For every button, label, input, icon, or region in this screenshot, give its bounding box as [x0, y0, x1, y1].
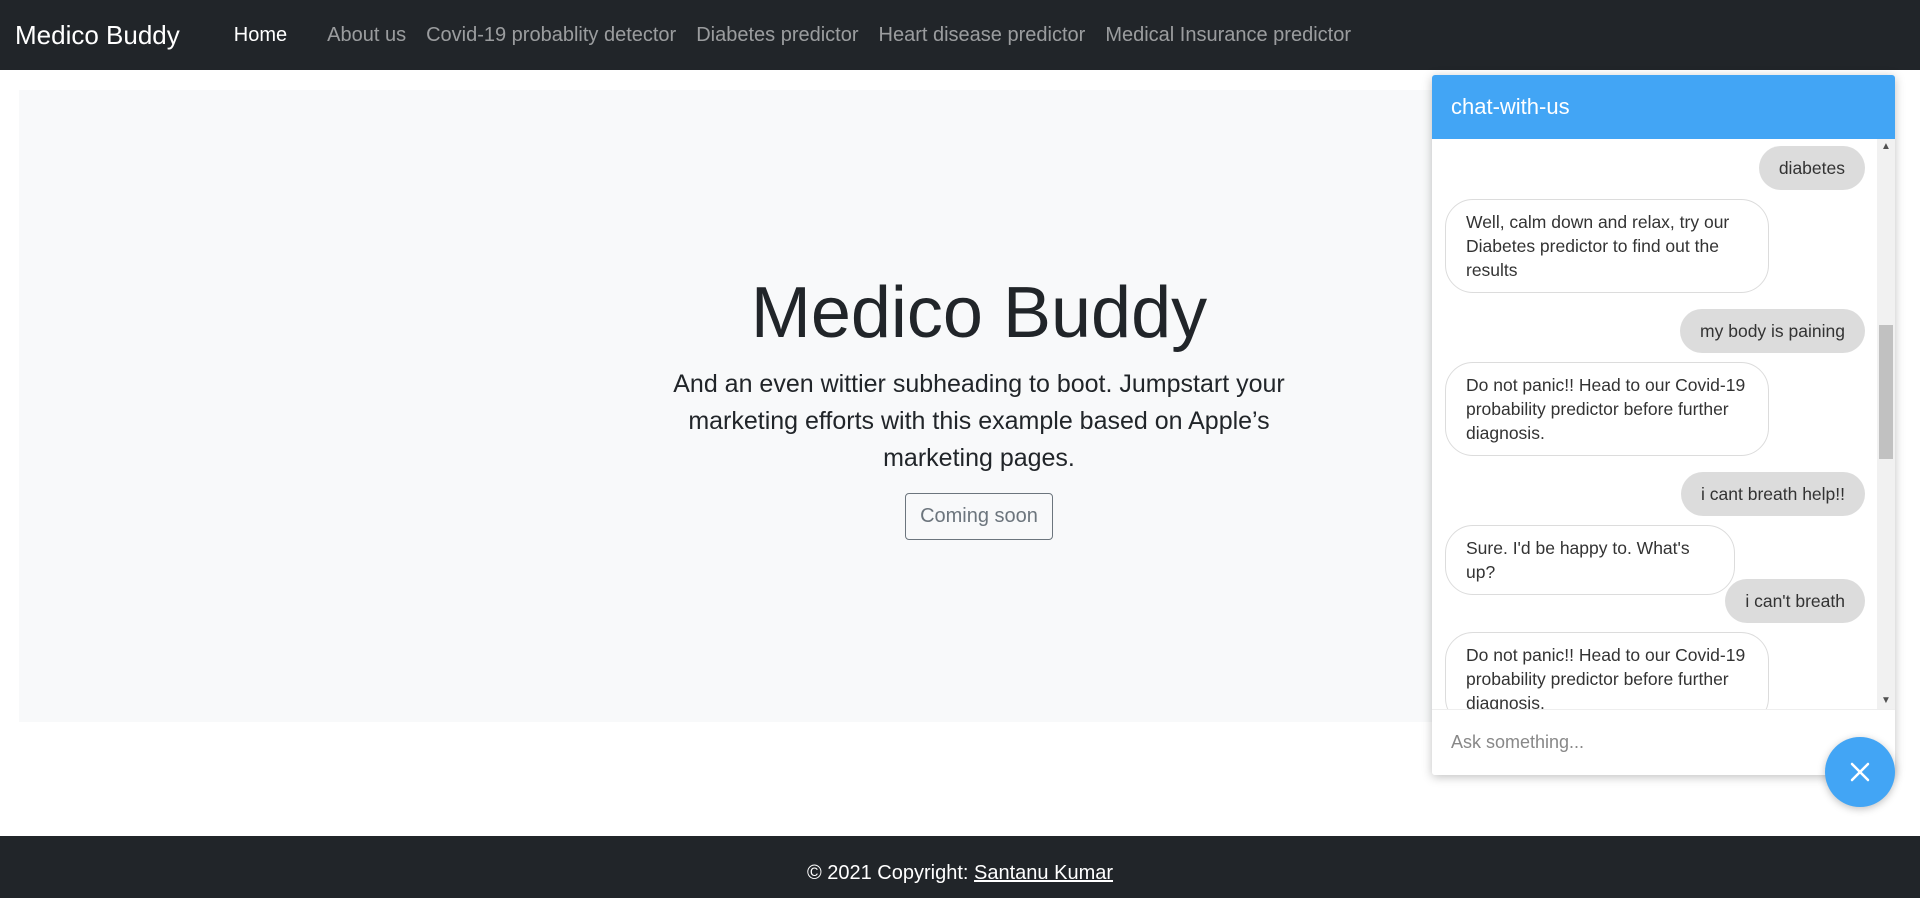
hero-subtitle: And an even wittier subheading to boot. …	[673, 370, 1285, 473]
chat-message-bot: Do not panic!! Head to our Covid-19 prob…	[1445, 632, 1769, 709]
copyright-text: © 2021 Copyright:	[806, 862, 975, 884]
chat-header: chat-with-us	[1432, 75, 1895, 139]
coming-soon-button[interactable]: Coming soon	[905, 493, 1053, 541]
chat-message-bot: Do not panic!! Head to our Covid-19 prob…	[1445, 362, 1769, 456]
navbar: Medico Buddy Home About us Covid-19 prob…	[0, 0, 1920, 70]
chat-widget: chat-with-us diabetes Well, calm down an…	[1432, 75, 1895, 775]
hero-text: Medico Buddy And an even wittier subhead…	[659, 270, 1299, 541]
brand-logo[interactable]: Medico Buddy	[15, 20, 180, 51]
scroll-down-arrow-icon[interactable]: ▼	[1877, 693, 1895, 709]
hero-section: Medico Buddy And an even wittier subhead…	[19, 90, 1439, 722]
nav-about[interactable]: About us	[317, 24, 416, 47]
nav-home[interactable]: Home	[224, 24, 317, 47]
nav-covid[interactable]: Covid-19 probablity detector	[416, 24, 686, 47]
hero-title: Medico Buddy	[750, 273, 1208, 353]
close-icon	[1850, 762, 1870, 782]
chat-messages[interactable]: diabetes Well, calm down and relax, try …	[1432, 139, 1895, 709]
scroll-thumb[interactable]	[1879, 325, 1893, 459]
chat-message-user: i cant breath help!!	[1681, 472, 1865, 516]
chat-message-user: diabetes	[1758, 146, 1865, 190]
footer: © 2021 Copyright: Santanu Kumar	[0, 836, 1920, 898]
nav-links: Home About us Covid-19 probablity detect…	[224, 24, 1361, 47]
nav-diabetes[interactable]: Diabetes predictor	[686, 24, 868, 47]
chat-scrollbar[interactable]: ▲ ▼	[1877, 139, 1895, 709]
nav-heart[interactable]: Heart disease predictor	[869, 24, 1096, 47]
chat-message-bot: Well, calm down and relax, try our Diabe…	[1445, 199, 1769, 293]
chat-message-bot: Sure. I'd be happy to. What's up?	[1445, 525, 1735, 595]
nav-insurance[interactable]: Medical Insurance predictor	[1095, 24, 1361, 47]
chat-message-user: i can't breath	[1725, 579, 1865, 623]
scroll-up-arrow-icon[interactable]: ▲	[1877, 139, 1895, 155]
author-link[interactable]: Santanu Kumar	[974, 862, 1113, 884]
chat-message-user: my body is paining	[1680, 309, 1865, 353]
close-chat-button[interactable]	[1825, 737, 1895, 807]
